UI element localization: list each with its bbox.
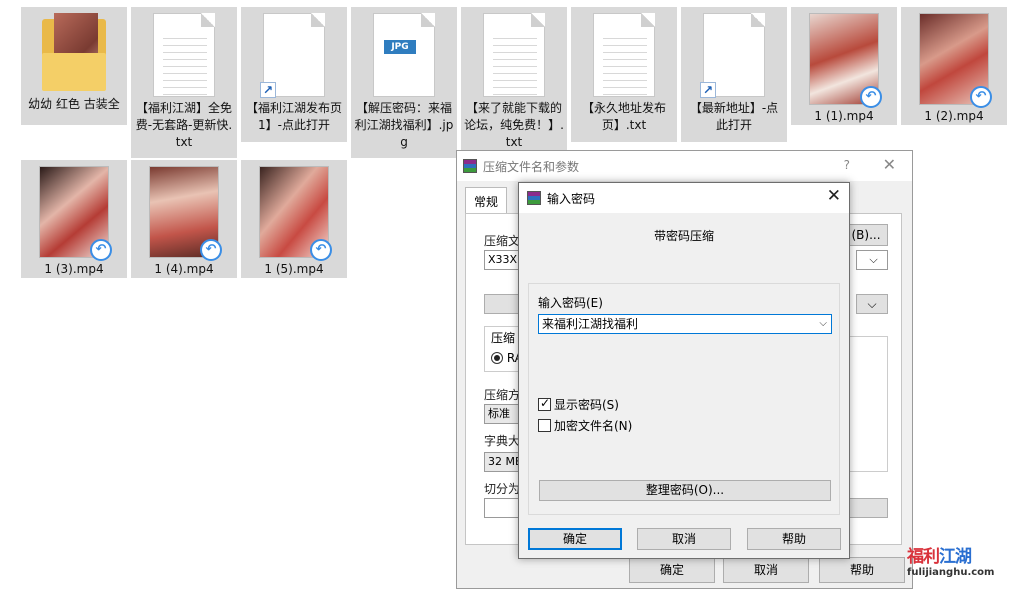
cancel-button[interactable]: 取消 bbox=[723, 557, 809, 583]
shortcut-arrow-icon: ↗ bbox=[700, 82, 716, 98]
dialog-titlebar: 输入密码 ✕ bbox=[519, 183, 849, 213]
cancel-button[interactable]: 取消 bbox=[637, 528, 731, 550]
file-video[interactable]: ↶ 1 (1).mp4 bbox=[791, 7, 897, 125]
file-video[interactable]: ↶ 1 (5).mp4 bbox=[241, 160, 347, 278]
chevron-down-icon[interactable]: ⌵ bbox=[856, 294, 888, 314]
file-name: 1 (1).mp4 bbox=[814, 109, 874, 123]
encrypt-filenames-checkbox[interactable]: 加密文件名(N) bbox=[538, 417, 632, 434]
shortcut-overlay-icon: ↶ bbox=[310, 239, 332, 261]
file-name: 1 (4).mp4 bbox=[154, 262, 214, 276]
text-file-icon bbox=[593, 13, 655, 97]
winrar-icon bbox=[527, 191, 541, 205]
file-name: 【永久地址发布页】.txt bbox=[581, 101, 666, 132]
dictionary-label: 字典大 bbox=[484, 434, 521, 448]
dialog-header: 带密码压缩 bbox=[653, 229, 714, 243]
file-name: 【解压密码：来福利江湖找福利】.jpg bbox=[354, 101, 454, 149]
chevron-down-icon[interactable]: ⌵ bbox=[819, 315, 827, 333]
shortcut-overlay-icon: ↶ bbox=[200, 239, 222, 261]
dialog-title: 压缩文件名和参数 bbox=[483, 159, 580, 174]
organize-passwords-button[interactable]: 整理密码(O)... bbox=[539, 480, 831, 501]
method-label: 压缩方 bbox=[484, 388, 521, 402]
jpg-badge: JPG bbox=[384, 40, 416, 54]
file-name: 1 (3).mp4 bbox=[44, 262, 104, 276]
file-name: 【最新地址】-点此打开 bbox=[689, 101, 779, 132]
checkbox-unchecked-icon bbox=[538, 419, 551, 432]
file-name: 【福利江湖发布页1】-点此打开 bbox=[245, 101, 342, 132]
shortcut-overlay-icon: ↶ bbox=[860, 86, 882, 108]
format-group-label: 压缩 bbox=[491, 331, 516, 345]
file-shortcut[interactable]: ↗ 【福利江湖发布页1】-点此打开 bbox=[241, 7, 347, 142]
file-txt[interactable]: 【福利江湖】全免费-无套路-更新快.txt bbox=[131, 7, 237, 158]
dialog-title: 输入密码 bbox=[547, 191, 596, 206]
file-name: 【来了就能下载的论坛，纯免费！】.txt bbox=[464, 101, 564, 149]
set-password-button[interactable] bbox=[844, 498, 888, 518]
help-button[interactable]: 帮助 bbox=[747, 528, 841, 550]
help-icon[interactable]: ? bbox=[844, 158, 850, 172]
password-dialog: 输入密码 ✕ 带密码压缩 输入密码(E) 来福利江湖找福利 ⌵ 显示密码(S) … bbox=[518, 182, 850, 559]
browse-button[interactable]: (B)... bbox=[844, 224, 888, 246]
password-input[interactable]: 来福利江湖找福利 ⌵ bbox=[538, 314, 832, 334]
dialog-titlebar: 压缩文件名和参数 ? ✕ bbox=[457, 151, 912, 181]
password-value: 来福利江湖找福利 bbox=[542, 317, 639, 331]
shortcut-arrow-icon: ↗ bbox=[260, 82, 276, 98]
shortcut-overlay-icon: ↶ bbox=[970, 86, 992, 108]
close-icon[interactable]: ✕ bbox=[883, 155, 896, 174]
folder-icon bbox=[42, 13, 106, 93]
winrar-icon bbox=[463, 159, 477, 173]
image-file-icon: JPG bbox=[373, 13, 435, 97]
text-file-icon bbox=[153, 13, 215, 97]
encrypt-filenames-label: 加密文件名(N) bbox=[554, 419, 633, 433]
chevron-down-icon[interactable]: ⌵ bbox=[856, 250, 888, 270]
show-password-checkbox[interactable]: 显示密码(S) bbox=[538, 396, 619, 413]
file-name: 1 (2).mp4 bbox=[924, 109, 984, 123]
file-video[interactable]: ↶ 1 (4).mp4 bbox=[131, 160, 237, 278]
video-thumbnail: ↶ bbox=[259, 166, 332, 261]
video-thumbnail: ↶ bbox=[809, 13, 882, 108]
file-name: 1 (5).mp4 bbox=[264, 262, 324, 276]
site-watermark: 福利江湖 fulijianghu.com bbox=[907, 542, 1007, 578]
video-thumbnail: ↶ bbox=[919, 13, 992, 108]
password-label: 输入密码(E) bbox=[538, 296, 603, 310]
file-video[interactable]: ↶ 1 (3).mp4 bbox=[21, 160, 127, 278]
file-folder[interactable]: 幼幼 红色 古装全 bbox=[21, 7, 127, 125]
video-thumbnail: ↶ bbox=[149, 166, 222, 261]
watermark-url: fulijianghu.com bbox=[907, 567, 995, 578]
file-txt[interactable]: 【永久地址发布页】.txt bbox=[571, 7, 677, 142]
file-shortcut[interactable]: ↗ 【最新地址】-点此打开 bbox=[681, 7, 787, 142]
ok-button[interactable]: 确定 bbox=[629, 557, 715, 583]
file-txt[interactable]: 【来了就能下载的论坛，纯免费！】.txt bbox=[461, 7, 567, 158]
shortcut-file-icon: ↗ bbox=[700, 13, 765, 98]
file-name: 【福利江湖】全免费-无套路-更新快.txt bbox=[135, 101, 233, 149]
help-button[interactable]: 帮助 bbox=[819, 557, 905, 583]
shortcut-overlay-icon: ↶ bbox=[90, 239, 112, 261]
tab-general[interactable]: 常规 bbox=[465, 187, 508, 215]
split-label: 切分为 bbox=[484, 482, 521, 496]
show-password-label: 显示密码(S) bbox=[554, 398, 619, 412]
profiles-button[interactable] bbox=[484, 294, 520, 314]
ok-button[interactable]: 确定 bbox=[528, 528, 622, 550]
file-name: 幼幼 红色 古装全 bbox=[28, 97, 120, 111]
shortcut-file-icon: ↗ bbox=[260, 13, 325, 98]
archive-name-label: 压缩文 bbox=[484, 234, 521, 248]
text-file-icon bbox=[483, 13, 545, 97]
checkbox-checked-icon bbox=[538, 396, 551, 411]
file-jpg[interactable]: JPG 【解压密码：来福利江湖找福利】.jpg bbox=[351, 7, 457, 158]
close-icon[interactable]: ✕ bbox=[827, 186, 841, 206]
watermark-logo: 福利江湖 bbox=[907, 547, 972, 567]
video-thumbnail: ↶ bbox=[39, 166, 112, 261]
password-group: 输入密码(E) 来福利江湖找福利 ⌵ 显示密码(S) 加密文件名(N) 整理密码… bbox=[528, 283, 840, 515]
file-video[interactable]: ↶ 1 (2).mp4 bbox=[901, 7, 1007, 125]
